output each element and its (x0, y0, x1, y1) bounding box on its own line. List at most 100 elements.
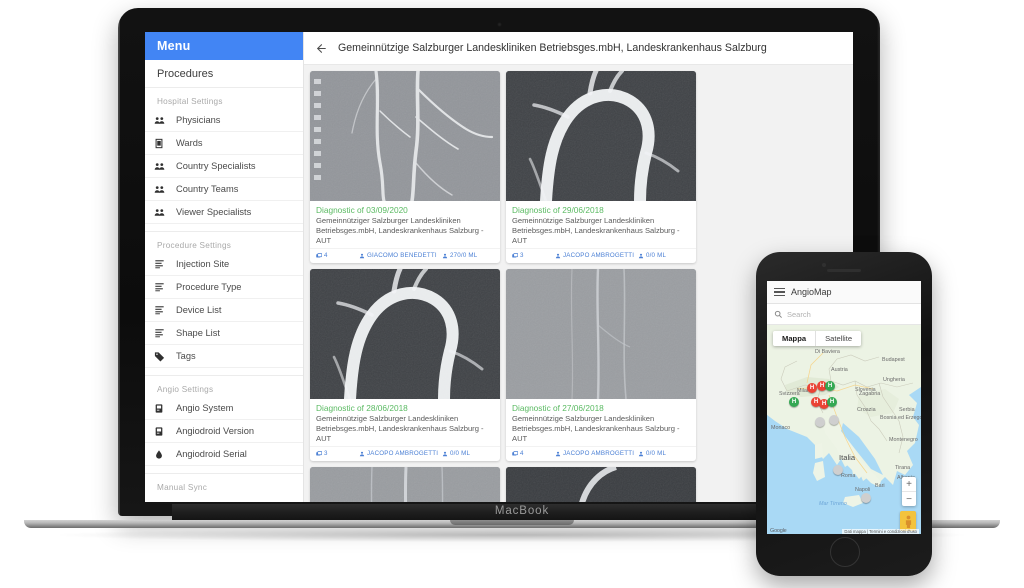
sidebar-item-tags[interactable]: Tags (145, 345, 303, 368)
map-marker-gray[interactable] (815, 417, 825, 427)
map-marker-label: H (791, 399, 797, 405)
procedure-card[interactable]: Diagnostic of 27/06/2018Gemeinnützige Sa… (506, 269, 696, 462)
sidebar-item-wards[interactable]: Wards (145, 132, 303, 155)
card-body: Diagnostic of 29/06/2018 Gemeinnützige Sa… (506, 201, 696, 248)
device-icon (154, 426, 176, 437)
sidebar-item-angiodroid-version[interactable]: Angiodroid Version (145, 420, 303, 443)
contrast-volume-badge: 0/0 ML (638, 252, 690, 259)
sidebar-item-label: Hospitals & Physicians (176, 501, 270, 502)
angiography-thumbnail[interactable] (506, 71, 696, 201)
map-type-satellite[interactable]: Satellite (816, 331, 862, 346)
sidebar-item-physicians[interactable]: Physicians (145, 109, 303, 132)
drop-icon (154, 449, 176, 460)
map-label: Montenegro (889, 437, 918, 443)
map-marker-gray[interactable] (829, 415, 839, 425)
sidebar-menu-header[interactable]: Menu (145, 32, 303, 60)
sidebar-group-separator (145, 368, 303, 376)
map-marker-label: H (829, 399, 835, 405)
laptop-deck-notch (450, 520, 574, 525)
contrast-volume-value: 0/0 ML (646, 252, 667, 260)
sidebar-item-label: Shape List (176, 328, 220, 338)
angiography-thumbnail[interactable] (310, 71, 500, 201)
card-footer: 4 GIACOMO BENEDETTI 270/0 ML (310, 248, 500, 263)
laptop-webcam-icon (496, 22, 502, 27)
map-marker-gray[interactable] (861, 493, 871, 503)
sidebar-item-label: Physicians (176, 115, 221, 125)
physician-name: JACOPO AMBROGETTI (367, 450, 439, 458)
sidebar-item-procedures[interactable]: Procedures (145, 60, 303, 88)
phone-device: AngioMap Search (756, 252, 932, 576)
street-view-pegman-icon[interactable] (900, 511, 916, 531)
sidebar-item-angiodroid-serial[interactable]: Angiodroid Serial (145, 443, 303, 466)
device-mockup-scene: Menu Procedures Hospital Settings Physici… (0, 0, 1024, 588)
map-marker-label: H (827, 383, 833, 389)
procedure-card[interactable]: Diagnostic of 03/09/2020 Gemeinnütziger S… (310, 71, 500, 264)
images-count-value: 3 (324, 450, 328, 458)
map-label: Tirana (895, 465, 911, 471)
map-label: Roma (841, 473, 856, 479)
map-label: Di Baviera (815, 349, 840, 355)
google-logo: Google (770, 528, 787, 534)
people-icon (154, 207, 176, 218)
procedure-card[interactable]: Diagnostic of 29/06/2018 Gemeinnützige Sa… (506, 71, 696, 264)
sidebar-item-label: Procedures (157, 67, 214, 80)
sidebar-item-angio-system[interactable]: Angio System (145, 397, 303, 420)
angiography-thumbnail[interactable] (310, 467, 500, 502)
card-footer: 4 JACOPO AMBROGETTI 0/0 ML (506, 446, 696, 461)
card-description: Gemeinnütziger Salzburger Landeskliniken… (316, 216, 484, 246)
physician-name: GIACOMO BENEDETTI (367, 252, 437, 260)
topbar: Gemeinnützige Salzburger Landeskliniken … (304, 32, 853, 65)
sidebar-item-country-specialists[interactable]: Country Specialists (145, 155, 303, 178)
map-attribution: Dati mappa | Termini e condizioni d'uso (842, 529, 919, 534)
sidebar-item-viewer-specialists[interactable]: Viewer Specialists (145, 201, 303, 224)
procedure-card[interactable]: Diagnostic of 28/06/2018 Gemeinnützige Sa… (310, 269, 500, 462)
angiography-thumbnail[interactable] (506, 467, 696, 502)
sidebar-item-device-list[interactable]: Device List (145, 299, 303, 322)
map-marker-green[interactable]: H (827, 397, 837, 407)
people-icon (154, 161, 176, 172)
images-count-value: 4 (324, 252, 328, 260)
sidebar-item-procedure-type[interactable]: Procedure Type (145, 276, 303, 299)
map-marker-red[interactable]: H (807, 383, 817, 393)
map-label: Monaco (771, 425, 791, 431)
sidebar-item-shape-list[interactable]: Shape List (145, 322, 303, 345)
procedure-card[interactable]: Diagnostic of 27/06/2018Gemeinnützige Sa… (310, 467, 500, 502)
sidebar-item-injection-site[interactable]: Injection Site (145, 253, 303, 276)
map-zoom-controls[interactable]: + − (902, 477, 916, 506)
card-body: Diagnostic of 28/06/2018 Gemeinnützige Sa… (310, 399, 500, 446)
map-label: Serbia (899, 407, 915, 413)
map-marker-green[interactable]: H (825, 381, 835, 391)
zoom-in-button[interactable]: + (902, 477, 916, 492)
contrast-volume-value: 0/0 ML (646, 450, 667, 458)
map-marker-label: H (819, 383, 825, 389)
sidebar-group-separator (145, 224, 303, 232)
card-footer: 3 JACOPO AMBROGETTI 0/0 ML (506, 248, 696, 263)
map-type-mappa[interactable]: Mappa (773, 331, 816, 346)
map-marker-green[interactable]: H (789, 397, 799, 407)
people-icon (154, 115, 176, 126)
contrast-volume-value: 270/0 ML (450, 252, 478, 260)
contrast-volume-value: 0/0 ML (450, 450, 471, 458)
back-arrow-icon[interactable] (304, 42, 338, 55)
images-count-value: 3 (520, 252, 524, 260)
sidebar-groups: Hospital Settings Physicians Wards Country … (145, 88, 303, 502)
list-icon (154, 259, 176, 269)
sidebar-item-label: Angio System (176, 403, 234, 413)
angiography-thumbnail[interactable] (506, 269, 696, 400)
images-count-badge: 4 (316, 252, 356, 259)
sidebar-item-hospitals-physicians[interactable]: Hospitals & Physicians (145, 495, 303, 502)
contrast-volume-badge: 0/0 ML (442, 450, 494, 457)
sidebar-item-country-teams[interactable]: Country Teams (145, 178, 303, 201)
list-icon (154, 328, 176, 338)
sidebar-group-separator (145, 466, 303, 474)
zoom-out-button[interactable]: − (902, 492, 916, 506)
procedure-card[interactable]: PTA of 22/06/20Gemeinnützige Sa Betriebs… (506, 467, 696, 502)
map-marker-gray[interactable] (833, 465, 843, 475)
card-date: Diagnostic of 28/06/2018 (316, 403, 408, 414)
angiography-thumbnail[interactable] (310, 269, 500, 400)
sidebar-item-label: Injection Site (176, 259, 230, 269)
building-icon (154, 138, 176, 149)
map-type-switcher[interactable]: Mappa Satellite (773, 331, 862, 346)
sidebar-item-label: Procedure Type (176, 282, 242, 292)
physician-badge: JACOPO AMBROGETTI (555, 450, 635, 457)
